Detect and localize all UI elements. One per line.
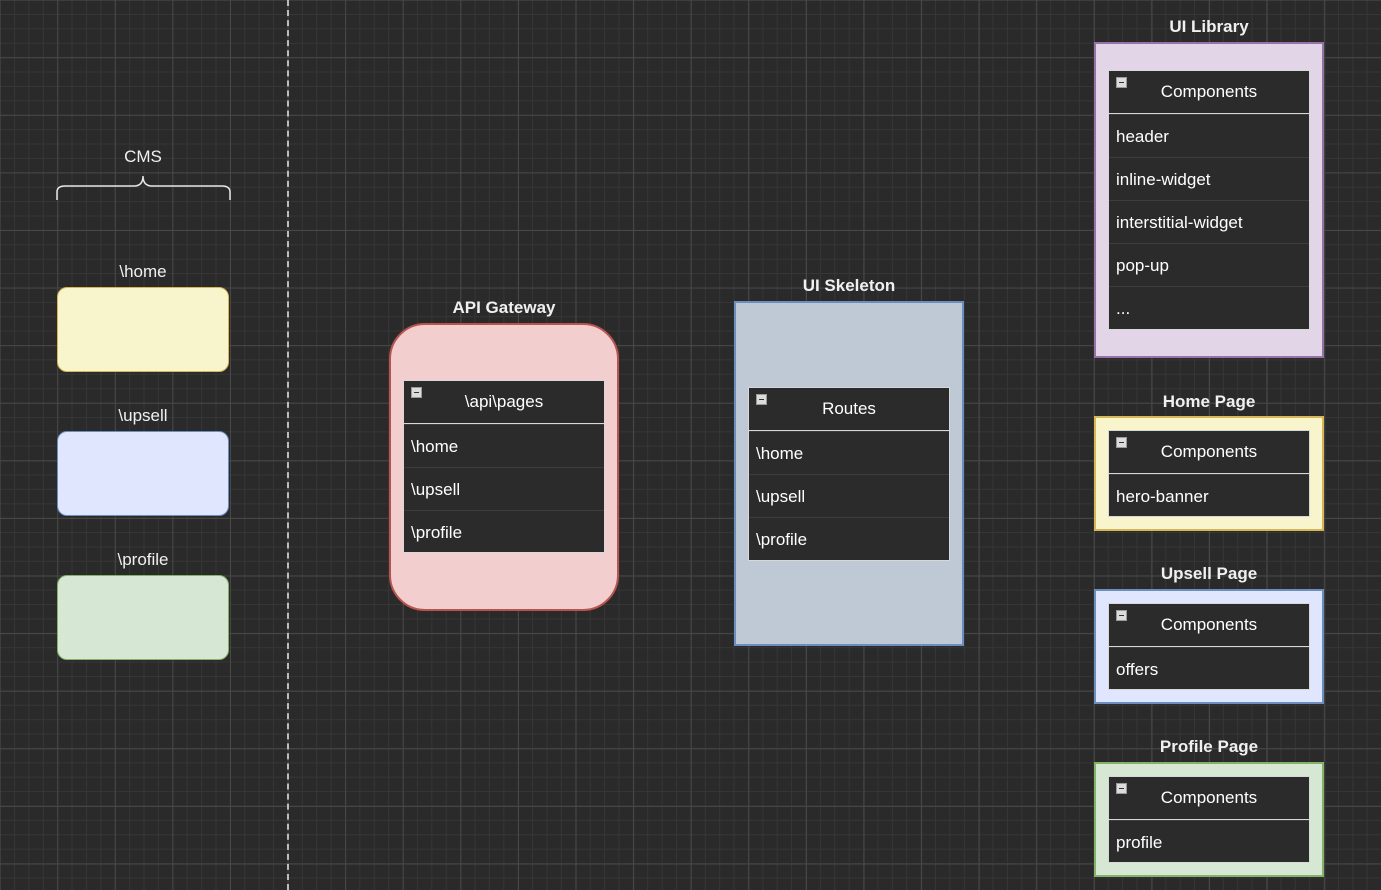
upsell-page-title: Upsell Page (1160, 564, 1258, 583)
component-row-inline-widget[interactable]: inline-widget (1109, 157, 1309, 200)
home-page-components-title: Components (1160, 442, 1258, 461)
upsell-page-components-header[interactable]: Components (1109, 604, 1309, 647)
api-pages-row-home[interactable]: \home (404, 424, 604, 467)
collapse-icon[interactable] (1116, 783, 1127, 794)
component-row-pop-up[interactable]: pop-up (1109, 243, 1309, 286)
curly-brace (56, 175, 231, 200)
ui-library-components-title: Components (1160, 82, 1258, 101)
dashed-divider (287, 0, 289, 890)
collapse-icon[interactable] (1116, 77, 1127, 88)
profile-page-components-table[interactable]: Components profile (1108, 776, 1310, 863)
upsell-page-components-title: Components (1160, 615, 1258, 634)
ui-library-components-table[interactable]: Components header inline-widget intersti… (1108, 70, 1310, 330)
api-pages-table[interactable]: \api\pages \home \upsell \profile (403, 380, 605, 553)
cms-title: CMS (124, 147, 162, 166)
routes-table-title: Routes (822, 399, 876, 418)
component-row-header[interactable]: header (1109, 114, 1309, 157)
collapse-icon[interactable] (1116, 437, 1127, 448)
upsell-page-components-table[interactable]: Components offers (1108, 603, 1310, 690)
home-page-components-table[interactable]: Components hero-banner (1108, 430, 1310, 517)
component-row-profile[interactable]: profile (1109, 820, 1309, 863)
collapse-icon[interactable] (756, 394, 767, 405)
component-row-more[interactable]: ... (1109, 286, 1309, 329)
collapse-icon[interactable] (411, 387, 422, 398)
api-pages-table-header[interactable]: \api\pages (404, 381, 604, 424)
component-row-offers[interactable]: offers (1109, 647, 1309, 690)
routes-table[interactable]: Routes \home \upsell \profile (748, 387, 950, 561)
ui-library-title: UI Library (1169, 17, 1249, 36)
cms-page-upsell-box[interactable] (57, 431, 229, 516)
profile-page-components-header[interactable]: Components (1109, 777, 1309, 820)
profile-page-title: Profile Page (1159, 737, 1259, 756)
component-row-hero-banner[interactable]: hero-banner (1109, 474, 1309, 517)
api-pages-row-upsell[interactable]: \upsell (404, 467, 604, 510)
cms-page-upsell-label: \upsell (118, 406, 168, 425)
cms-page-home-label: \home (119, 262, 167, 281)
home-page-title: Home Page (1162, 392, 1256, 411)
routes-row-home[interactable]: \home (749, 431, 949, 474)
cms-page-profile-box[interactable] (57, 575, 229, 660)
routes-row-profile[interactable]: \profile (749, 517, 949, 560)
component-row-interstitial-widget[interactable]: interstitial-widget (1109, 200, 1309, 243)
home-page-components-header[interactable]: Components (1109, 431, 1309, 474)
api-pages-row-profile[interactable]: \profile (404, 510, 604, 553)
ui-library-components-header[interactable]: Components (1109, 71, 1309, 114)
routes-table-header[interactable]: Routes (749, 388, 949, 431)
api-pages-table-title: \api\pages (464, 392, 544, 411)
api-gateway-title: API Gateway (452, 298, 556, 317)
routes-row-upsell[interactable]: \upsell (749, 474, 949, 517)
profile-page-components-title: Components (1160, 788, 1258, 807)
cms-page-home-box[interactable] (57, 287, 229, 372)
ui-skeleton-title: UI Skeleton (802, 276, 896, 295)
collapse-icon[interactable] (1116, 610, 1127, 621)
cms-page-profile-label: \profile (117, 550, 169, 569)
